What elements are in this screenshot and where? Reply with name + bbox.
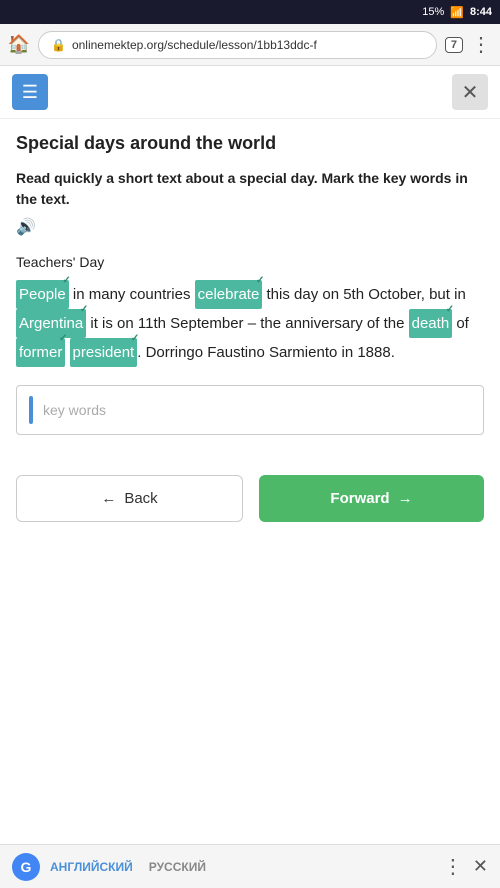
url-text: onlinemektep.org/schedule/lesson/1bb13dd… <box>72 38 424 52</box>
bottom-menu-icon[interactable]: ⋮ <box>443 854 463 879</box>
page-header: ☰ ✕ <box>0 66 500 119</box>
lang-tab-english[interactable]: АНГЛИЙСКИЙ <box>50 860 133 874</box>
highlight-death[interactable]: death <box>409 309 453 338</box>
text-content: People in many countries celebrate this … <box>16 280 484 367</box>
browser-bar: 🏠 🔒 onlinemektep.org/schedule/lesson/1bb… <box>0 24 500 66</box>
nav-buttons: ← Back Forward → <box>0 475 500 522</box>
menu-button[interactable]: ☰ <box>12 74 48 110</box>
highlight-president[interactable]: president <box>70 338 138 367</box>
speaker-icon[interactable]: 🔊 <box>16 216 36 240</box>
browser-menu-icon[interactable]: ⋮ <box>471 32 492 57</box>
status-bar: 15% 📶 8:44 <box>0 0 500 24</box>
lang-tab-russian[interactable]: РУССКИЙ <box>149 860 206 874</box>
forward-arrow-icon: → <box>398 490 413 507</box>
google-icon[interactable]: G <box>12 853 40 881</box>
home-icon[interactable]: 🏠 <box>8 34 30 56</box>
main-content: Special days around the world Read quick… <box>0 119 500 475</box>
back-button[interactable]: ← Back <box>16 475 243 522</box>
text-part2: this day on 5th October, but in <box>262 286 465 303</box>
close-button[interactable]: ✕ <box>452 74 488 110</box>
key-words-area[interactable]: key words <box>16 385 484 435</box>
page-title: Special days around the world <box>16 133 484 154</box>
forward-button[interactable]: Forward → <box>259 475 484 522</box>
key-words-bar <box>29 396 33 424</box>
text-part4: of <box>452 315 469 332</box>
back-arrow-icon: ← <box>101 490 116 507</box>
forward-label: Forward <box>330 490 389 507</box>
text-part6: . Dorringo Faustino Sarmiento in 1888. <box>137 344 395 361</box>
tab-count[interactable]: 7 <box>445 37 463 53</box>
bottom-bar: G АНГЛИЙСКИЙ РУССКИЙ ⋮ ✕ <box>0 844 500 888</box>
lock-icon: 🔒 <box>51 38 66 52</box>
status-signal: 📶 <box>450 6 464 19</box>
status-time: 8:44 <box>470 6 492 18</box>
highlight-argentina[interactable]: Argentina <box>16 309 86 338</box>
url-bar[interactable]: 🔒 onlinemektep.org/schedule/lesson/1bb13… <box>38 31 437 59</box>
highlight-celebrate[interactable]: celebrate <box>195 280 263 309</box>
status-battery: 15% <box>422 6 444 18</box>
lang-tabs: АНГЛИЙСКИЙ РУССКИЙ <box>50 860 433 874</box>
key-words-placeholder: key words <box>43 402 106 418</box>
lesson-title: Teachers' Day <box>16 254 484 270</box>
highlight-former[interactable]: former <box>16 338 65 367</box>
instruction-text: Read quickly a short text about a specia… <box>16 168 484 240</box>
back-label: Back <box>124 490 157 507</box>
bottom-close-icon[interactable]: ✕ <box>473 856 488 877</box>
highlight-people[interactable]: People <box>16 280 69 309</box>
